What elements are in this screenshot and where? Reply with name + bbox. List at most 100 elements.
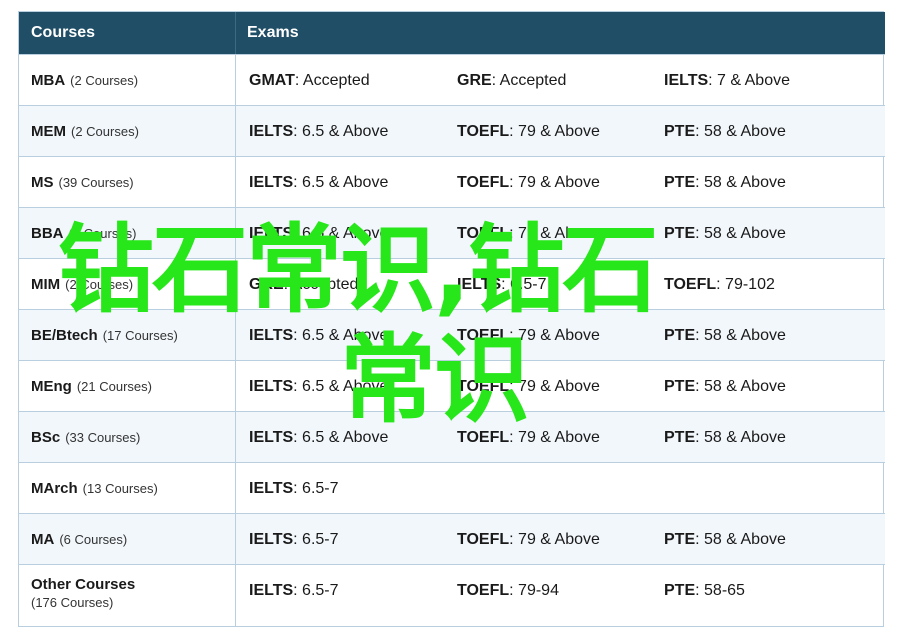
exam-cell: IELTS: 6.5 & Above bbox=[249, 310, 388, 361]
column-divider bbox=[235, 157, 236, 207]
exam-name: TOEFL bbox=[457, 225, 510, 242]
exam-cell: TOEFL: 79-94 bbox=[457, 565, 559, 616]
column-divider bbox=[235, 565, 236, 627]
exam-name: TOEFL bbox=[457, 582, 510, 599]
exam-cell: PTE: 58 & Above bbox=[664, 310, 786, 361]
table-row: BE/Btech (17 Courses) IELTS: 6.5 & Above… bbox=[19, 309, 885, 360]
exam-name: IELTS bbox=[249, 378, 294, 395]
exam-name: PTE bbox=[664, 174, 696, 191]
exam-name: IELTS bbox=[249, 582, 294, 599]
exam-requirement: : 6.5 & Above bbox=[293, 327, 389, 344]
exam-cell: PTE: 58 & Above bbox=[664, 157, 786, 208]
exam-cell: GRE: Accepted bbox=[249, 259, 358, 310]
exam-cell: PTE: 58 & Above bbox=[664, 361, 786, 412]
exam-requirement: : 79-102 bbox=[716, 276, 775, 293]
course-count: (21 Courses) bbox=[76, 379, 152, 394]
exam-cell: TOEFL: 79 & Above bbox=[457, 514, 600, 565]
exam-requirement: : Accepted bbox=[283, 276, 359, 293]
exam-name: TOEFL bbox=[457, 174, 510, 191]
exam-name: PTE bbox=[664, 327, 696, 344]
exam-name: IELTS bbox=[249, 429, 294, 446]
column-divider bbox=[235, 361, 236, 411]
course-cell: BSc (33 Courses) bbox=[31, 412, 231, 463]
course-name[interactable]: BBA bbox=[31, 225, 64, 242]
table-row: MEng (21 Courses) IELTS: 6.5 & Above TOE… bbox=[19, 360, 885, 411]
exam-requirement: : 79 & Above bbox=[509, 225, 600, 242]
course-name[interactable]: BSc bbox=[31, 429, 60, 446]
exam-cell: TOEFL: 79 & Above bbox=[457, 106, 600, 157]
column-divider bbox=[235, 106, 236, 156]
course-name[interactable]: Other Courses bbox=[31, 576, 135, 593]
exam-cell: IELTS: 6.5-7 bbox=[457, 259, 547, 310]
exam-cell: TOEFL: 79 & Above bbox=[457, 361, 600, 412]
table-row: MArch (13 Courses) IELTS: 6.5-7 bbox=[19, 462, 885, 513]
exam-cell: TOEFL: 79 & Above bbox=[457, 412, 600, 463]
exam-requirement: : 7 & Above bbox=[708, 72, 790, 89]
exam-cell: IELTS: 7 & Above bbox=[664, 55, 790, 106]
course-name[interactable]: MArch bbox=[31, 480, 78, 497]
table-row: MIM (2 Courses) GRE: Accepted IELTS: 6.5… bbox=[19, 258, 885, 309]
exam-cell: IELTS: 6.5 & Above bbox=[249, 208, 388, 259]
exam-cell: TOEFL: 79 & Above bbox=[457, 310, 600, 361]
course-name[interactable]: MBA bbox=[31, 72, 65, 89]
exam-requirement: : 79 & Above bbox=[509, 429, 600, 446]
exam-requirement: : 79 & Above bbox=[509, 174, 600, 191]
table-row: MA (6 Courses) IELTS: 6.5-7 TOEFL: 79 & … bbox=[19, 513, 885, 564]
exam-name: IELTS bbox=[249, 123, 294, 140]
exam-requirement: : 6.5 & Above bbox=[293, 123, 389, 140]
course-cell: MEM (2 Courses) bbox=[31, 106, 231, 157]
course-count: (39 Courses) bbox=[58, 175, 134, 190]
exam-requirement: : 79 & Above bbox=[509, 123, 600, 140]
course-cell: BBA (2 Courses) bbox=[31, 208, 231, 259]
exam-name: IELTS bbox=[457, 276, 502, 293]
course-count: (2 Courses) bbox=[68, 226, 137, 241]
exam-cell: GRE: Accepted bbox=[457, 55, 566, 106]
exam-name: PTE bbox=[664, 429, 696, 446]
course-name[interactable]: BE/Btech bbox=[31, 327, 98, 344]
exam-cell: PTE: 58-65 bbox=[664, 565, 745, 616]
header-divider bbox=[235, 12, 236, 54]
table-row: MBA (2 Courses) GMAT: Accepted GRE: Acce… bbox=[19, 54, 885, 105]
exam-requirement: : 6.5-7 bbox=[293, 582, 339, 599]
exam-cell: IELTS: 6.5 & Above bbox=[249, 106, 388, 157]
exam-name: PTE bbox=[664, 225, 696, 242]
exam-requirement: : 6.5 & Above bbox=[293, 174, 389, 191]
exam-cell: IELTS: 6.5-7 bbox=[249, 463, 339, 514]
course-cell: MIM (2 Courses) bbox=[31, 259, 231, 310]
exam-requirement: : 79 & Above bbox=[509, 378, 600, 395]
exam-cell: PTE: 58 & Above bbox=[664, 208, 786, 259]
exam-name: IELTS bbox=[664, 72, 709, 89]
table-row: MEM (2 Courses) IELTS: 6.5 & Above TOEFL… bbox=[19, 105, 885, 156]
exam-name: TOEFL bbox=[457, 123, 510, 140]
table-header: Courses Exams bbox=[19, 12, 885, 54]
exam-name: TOEFL bbox=[457, 378, 510, 395]
column-divider bbox=[235, 208, 236, 258]
exam-name: TOEFL bbox=[457, 429, 510, 446]
exam-cell: GMAT: Accepted bbox=[249, 55, 370, 106]
course-cell: MA (6 Courses) bbox=[31, 514, 231, 565]
exam-name: IELTS bbox=[249, 327, 294, 344]
header-exams: Exams bbox=[247, 24, 299, 41]
course-name[interactable]: MIM bbox=[31, 276, 60, 293]
course-name[interactable]: MEng bbox=[31, 378, 72, 395]
header-courses: Courses bbox=[31, 24, 96, 41]
exam-requirement: : 6.5-7 bbox=[293, 480, 339, 497]
course-name[interactable]: MS bbox=[31, 174, 54, 191]
exam-name: PTE bbox=[664, 378, 696, 395]
course-name[interactable]: MEM bbox=[31, 123, 66, 140]
exam-cell: PTE: 58 & Above bbox=[664, 412, 786, 463]
course-cell: MS (39 Courses) bbox=[31, 157, 231, 208]
exam-requirement: : 6.5-7 bbox=[293, 531, 339, 548]
exam-cell: TOEFL: 79 & Above bbox=[457, 157, 600, 208]
exam-requirement: : 58 & Above bbox=[695, 378, 786, 395]
course-count: (33 Courses) bbox=[65, 430, 141, 445]
column-divider bbox=[235, 463, 236, 513]
exam-name: PTE bbox=[664, 123, 696, 140]
course-count: (2 Courses) bbox=[65, 277, 134, 292]
exam-requirement: : 58 & Above bbox=[695, 225, 786, 242]
exam-name: IELTS bbox=[249, 174, 294, 191]
exam-requirement: : 6.5 & Above bbox=[293, 378, 389, 395]
table-row: MS (39 Courses) IELTS: 6.5 & Above TOEFL… bbox=[19, 156, 885, 207]
course-name[interactable]: MA bbox=[31, 531, 54, 548]
column-divider bbox=[235, 55, 236, 105]
